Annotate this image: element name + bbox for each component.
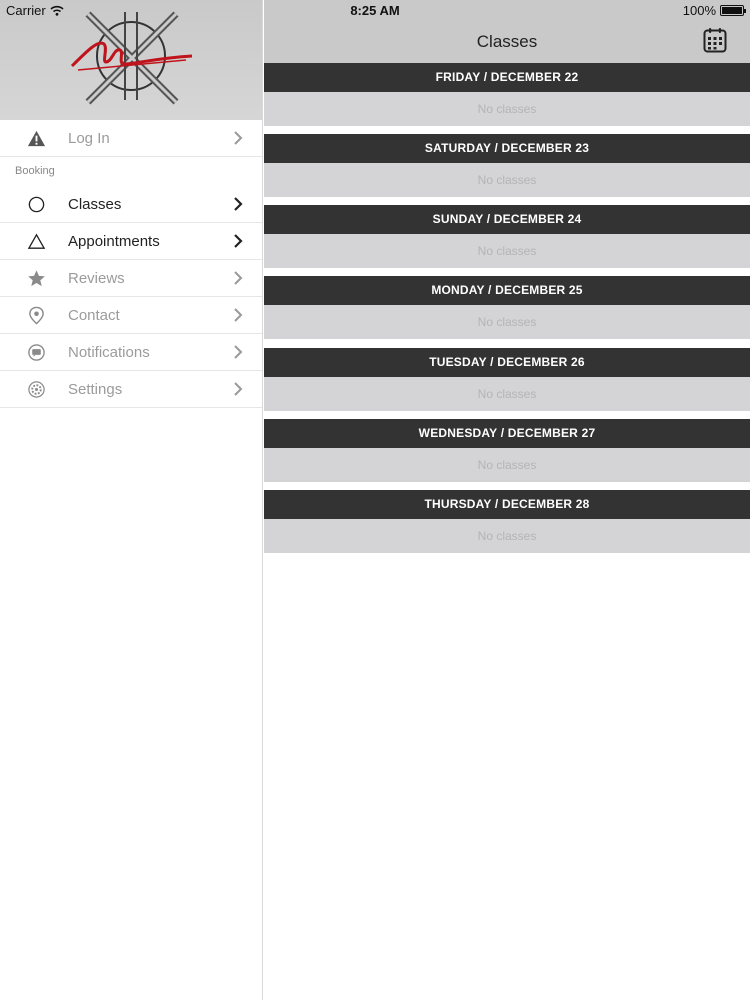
page-title: Classes (476, 32, 538, 51)
sidebar-item-label: Notifications (68, 344, 150, 361)
circle-icon (28, 196, 45, 213)
day-header-sunday: SUNDAY / DECEMBER 24 (264, 205, 750, 234)
sidebar-item-settings[interactable]: Settings (0, 371, 262, 408)
sidebar-item-label: Contact (68, 307, 120, 324)
day-empty-tuesday: No classes (264, 377, 750, 411)
sidebar-item-log-in[interactable]: Log In (0, 120, 262, 157)
day-empty-monday: No classes (264, 305, 750, 339)
sidebar-item-contact[interactable]: Contact (0, 297, 262, 334)
section-label-booking: Booking (15, 165, 55, 177)
sidebar-item-classes[interactable]: Classes (0, 186, 262, 223)
battery-percent: 100% (682, 3, 716, 18)
star-icon (28, 270, 45, 287)
day-header-wednesday: WEDNESDAY / DECEMBER 27 (264, 419, 750, 448)
chevron-right-icon (234, 271, 243, 285)
sidebar-item-label: Reviews (68, 270, 125, 287)
day-empty-saturday: No classes (264, 163, 750, 197)
calendar-icon[interactable] (703, 27, 727, 53)
sidebar: Log In Booking Classes Appointments Revi… (0, 0, 263, 1000)
chevron-right-icon (234, 197, 243, 211)
sidebar-item-notifications[interactable]: Notifications (0, 334, 262, 371)
chat-bubble-icon (28, 344, 45, 361)
sidebar-item-reviews[interactable]: Reviews (0, 260, 262, 297)
chevron-right-icon (234, 234, 243, 248)
chevron-right-icon (234, 345, 243, 359)
chevron-right-icon (234, 131, 243, 145)
day-header-friday: FRIDAY / DECEMBER 22 (264, 63, 750, 92)
sidebar-item-appointments[interactable]: Appointments (0, 223, 262, 260)
sidebar-item-label: Settings (68, 381, 123, 398)
maximum-logo (70, 11, 193, 105)
battery-group: 100% (682, 3, 746, 18)
day-header-monday: MONDAY / DECEMBER 25 (264, 276, 750, 305)
day-empty-thursday: No classes (264, 519, 750, 553)
location-pin-icon (29, 306, 44, 325)
day-header-saturday: SATURDAY / DECEMBER 23 (264, 134, 750, 163)
status-bar: Carrier 8:25 AM 100% (0, 0, 750, 22)
clock: 8:25 AM (350, 3, 400, 18)
gear-icon (28, 381, 45, 398)
chevron-right-icon (234, 308, 243, 322)
day-empty-wednesday: No classes (264, 448, 750, 482)
day-empty-friday: No classes (264, 92, 750, 126)
triangle-icon (27, 233, 46, 249)
day-header-thursday: THURSDAY / DECEMBER 28 (264, 490, 750, 519)
sidebar-item-label: Log In (68, 130, 110, 147)
classes-panel: Classes FRIDAY / DECEMBER 22 No classes … (264, 0, 750, 1000)
battery-icon (720, 5, 746, 16)
chevron-right-icon (234, 382, 243, 396)
sidebar-item-label: Classes (68, 196, 122, 213)
day-header-tuesday: TUESDAY / DECEMBER 26 (264, 348, 750, 377)
warning-icon (27, 130, 46, 147)
day-empty-sunday: No classes (264, 234, 750, 268)
sidebar-item-label: Appointments (68, 233, 160, 250)
